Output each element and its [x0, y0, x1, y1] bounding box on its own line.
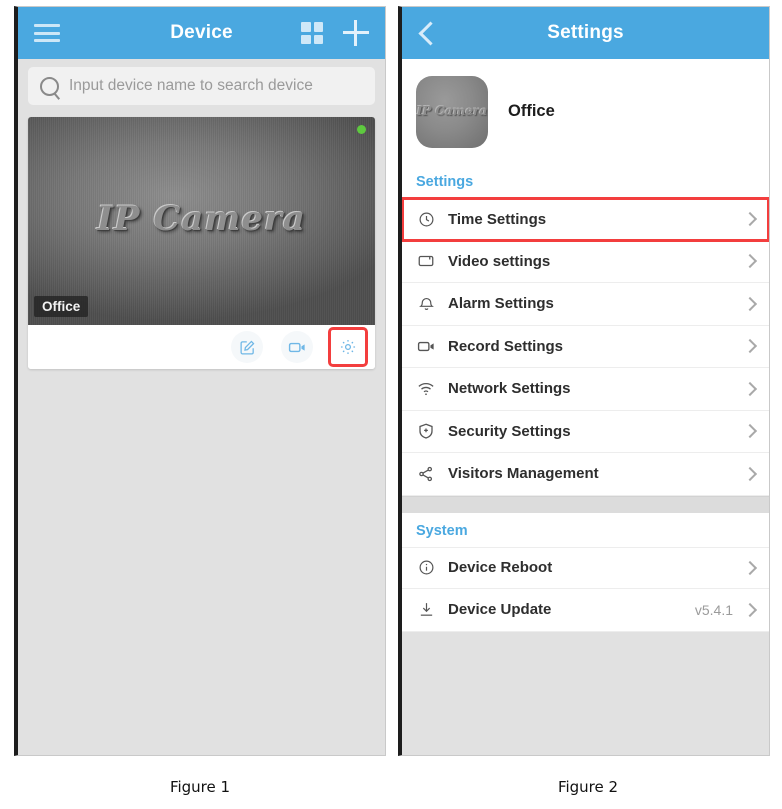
search-input[interactable]: Input device name to search device [28, 67, 375, 105]
search-placeholder: Input device name to search device [69, 77, 313, 94]
device-topbar: Device [18, 7, 385, 59]
chevron-right-icon [742, 254, 758, 269]
status-badge [357, 125, 366, 134]
download-arrow-icon [416, 600, 436, 620]
chevron-right-icon [742, 560, 758, 575]
device-card-actions [28, 325, 375, 369]
shield-plus-icon [416, 421, 436, 441]
figure-2-caption: Figure 2 [557, 778, 619, 796]
screenshot-root: Device Input device name to search devic… [0, 0, 782, 809]
device-card[interactable]: IP Camera Office [28, 117, 375, 369]
device-name: Office [508, 102, 555, 120]
section-divider [402, 495, 769, 513]
settings-item-video[interactable]: Video settings [402, 241, 769, 283]
chevron-right-icon [742, 296, 758, 311]
settings-topbar: Settings [402, 7, 769, 59]
chevron-right-icon [742, 602, 758, 617]
settings-item-security[interactable]: Security Settings [402, 411, 769, 453]
plus-icon[interactable] [343, 20, 369, 46]
settings-item-label: Alarm Settings [448, 295, 554, 313]
figure-1-caption: Figure 1 [169, 778, 231, 796]
chevron-right-icon [742, 381, 758, 396]
share-icon [416, 464, 436, 484]
edit-device-button[interactable] [231, 331, 263, 363]
avatar-brand-text: IP Camera [416, 103, 488, 118]
phone-device-list: Device Input device name to search devic… [14, 6, 386, 756]
device-thumbnail[interactable]: IP Camera Office [28, 117, 375, 325]
system-item-label: Device Reboot [448, 559, 553, 577]
system-list: Device Reboot Device Update v5.4.1 [402, 546, 769, 632]
search-icon [40, 76, 59, 96]
settings-item-label: Record Settings [448, 337, 564, 355]
settings-item-label: Visitors Management [448, 465, 599, 483]
settings-item-label: Video settings [448, 252, 551, 270]
system-section-title: System [402, 512, 769, 547]
settings-item-time[interactable]: Time Settings [402, 197, 769, 242]
video-camera-icon [288, 342, 305, 352]
settings-item-alarm[interactable]: Alarm Settings [402, 283, 769, 326]
device-name-label: Office [34, 296, 89, 317]
settings-item-record[interactable]: Record Settings [402, 326, 769, 368]
firmware-version: v5.4.1 [694, 601, 733, 618]
avatar: IP Camera [416, 75, 488, 148]
gear-icon [340, 339, 356, 355]
system-item-update[interactable]: Device Update v5.4.1 [402, 589, 769, 632]
device-list-body: Input device name to search device IP Ca… [18, 59, 385, 755]
info-circle-icon [416, 558, 436, 578]
device-settings-button[interactable] [328, 327, 368, 367]
settings-item-label: Time Settings [448, 210, 547, 228]
wifi-icon [416, 379, 436, 399]
device-header: IP Camera Office [402, 59, 769, 164]
system-item-label: Device Update [448, 601, 552, 619]
settings-page-title: Settings [547, 22, 624, 43]
settings-item-label: Network Settings [448, 380, 571, 398]
settings-item-network[interactable]: Network Settings [402, 368, 769, 411]
chevron-right-icon [742, 424, 758, 439]
clock-icon [416, 209, 436, 229]
settings-item-label: Security Settings [448, 422, 571, 440]
phone-settings: Settings IP Camera Office Settings Time [398, 6, 770, 756]
live-video-button[interactable] [281, 331, 313, 363]
thumbnail-brand-text: IP Camera [97, 199, 306, 239]
chevron-right-icon [742, 339, 758, 354]
edit-pencil-icon [239, 340, 254, 355]
camcorder-icon [416, 336, 436, 356]
settings-section-title: Settings [402, 164, 769, 198]
page-title: Device [170, 22, 233, 43]
settings-item-visitors[interactable]: Visitors Management [402, 453, 769, 496]
system-item-reboot[interactable]: Device Reboot [402, 546, 769, 589]
settings-list: Time Settings Video settings Alarm Setti… [402, 197, 769, 496]
monitor-icon [416, 251, 436, 271]
search-bar-container: Input device name to search device [18, 59, 385, 113]
bell-icon [416, 294, 436, 314]
settings-body: IP Camera Office Settings Time Settings [402, 59, 769, 755]
chevron-right-icon [742, 212, 758, 227]
chevron-right-icon [742, 466, 758, 481]
grid-view-icon[interactable] [301, 22, 323, 44]
